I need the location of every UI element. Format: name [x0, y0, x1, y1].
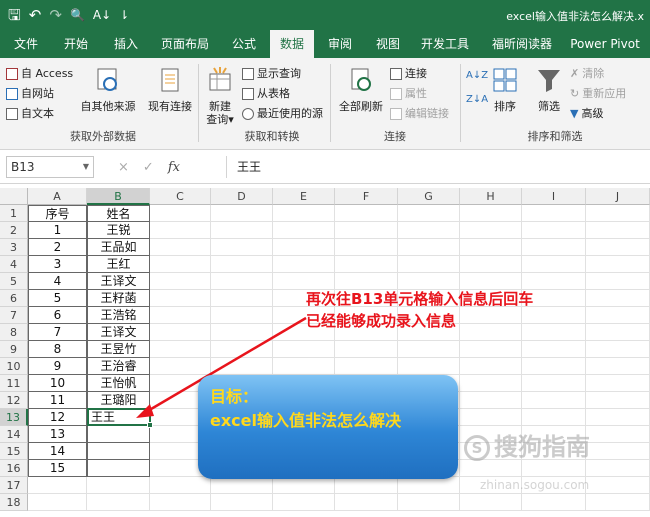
annotation-text: 再次往B13单元格输入信息后回车 已经能够成功录入信息: [306, 290, 534, 330]
sogou-logo-icon: S: [464, 435, 490, 461]
watermark-url: zhinan.sogou.com: [480, 478, 590, 492]
goal-box: 目标： excel输入值非法怎么解决: [198, 375, 458, 479]
watermark: S 搜狗指南: [464, 427, 590, 462]
